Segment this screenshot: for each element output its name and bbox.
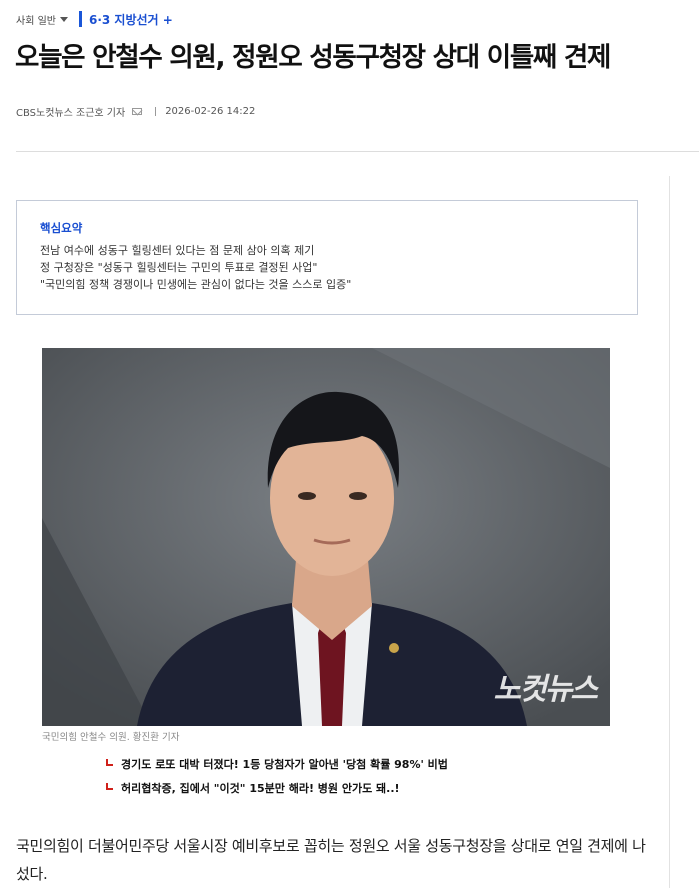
related-link-text: 허리협착증, 집에서 "이것" 15분만 해라! 병원 안가도 돼..!: [121, 782, 400, 795]
photo-caption: 국민의힘 안철수 의원. 황진환 기자: [42, 732, 180, 743]
related-link[interactable]: 허리협착증, 집에서 "이것" 15분만 해라! 병원 안가도 돼..!: [106, 776, 448, 800]
watermark-logo: 노컷뉴스: [493, 672, 598, 707]
category-label: 사회 일반: [16, 15, 56, 27]
chevron-down-icon: [59, 16, 68, 22]
summary-title: 핵심요약: [40, 221, 83, 235]
summary-line: 정 구청장은 "성동구 힐링센터는 구민의 투표로 결정된 사업": [40, 261, 318, 274]
column-divider: [669, 176, 670, 888]
header-divider: [16, 151, 699, 152]
reporter-name[interactable]: CBS노컷뉴스 조근호 기자: [16, 104, 125, 119]
category-dropdown[interactable]: 사회 일반: [16, 12, 68, 27]
article-headline: 오늘은 안철수 의원, 정원오 성동구청장 상대 이틀째 견제: [15, 42, 611, 73]
article-photo[interactable]: 노컷뉴스: [42, 348, 610, 726]
related-link-text: 경기도 로또 대박 터졌다! 1등 당첨자가 알아낸 '당첨 확률 98%' 비…: [121, 758, 448, 771]
key-summary-box: 핵심요약 전남 여수에 성동구 힐링센터 있다는 점 문제 삼아 의혹 제기 정…: [16, 200, 638, 315]
byline-divider: [155, 106, 157, 116]
summary-line: 전남 여수에 성동구 힐링센터 있다는 점 문제 삼아 의혹 제기: [40, 244, 315, 257]
series-bar-decoration: [78, 11, 82, 27]
series-link[interactable]: 6·3 지방선거 +: [89, 11, 173, 28]
bullet-arrow-icon: [106, 783, 113, 790]
publish-date: 2026-02-26 14:22: [165, 105, 256, 117]
related-links: 경기도 로또 대박 터졌다! 1등 당첨자가 알아낸 '당첨 확률 98%' 비…: [106, 752, 448, 800]
bullet-arrow-icon: [106, 759, 113, 766]
byline: CBS노컷뉴스 조근호 기자 2026-02-26 14:22: [16, 103, 255, 119]
article-body: 국민의힘이 더불어민주당 서울시장 예비후보로 꼽히는 정원오 서울 성동구청장…: [16, 837, 646, 883]
mail-icon[interactable]: [132, 107, 143, 115]
topbar: 사회 일반 6·3 지방선거 +: [16, 10, 173, 28]
related-link[interactable]: 경기도 로또 대박 터졌다! 1등 당첨자가 알아낸 '당첨 확률 98%' 비…: [106, 752, 448, 776]
summary-line: "국민의힘 정책 경쟁이나 민생에는 관심이 없다는 것을 스스로 입증": [40, 278, 352, 291]
